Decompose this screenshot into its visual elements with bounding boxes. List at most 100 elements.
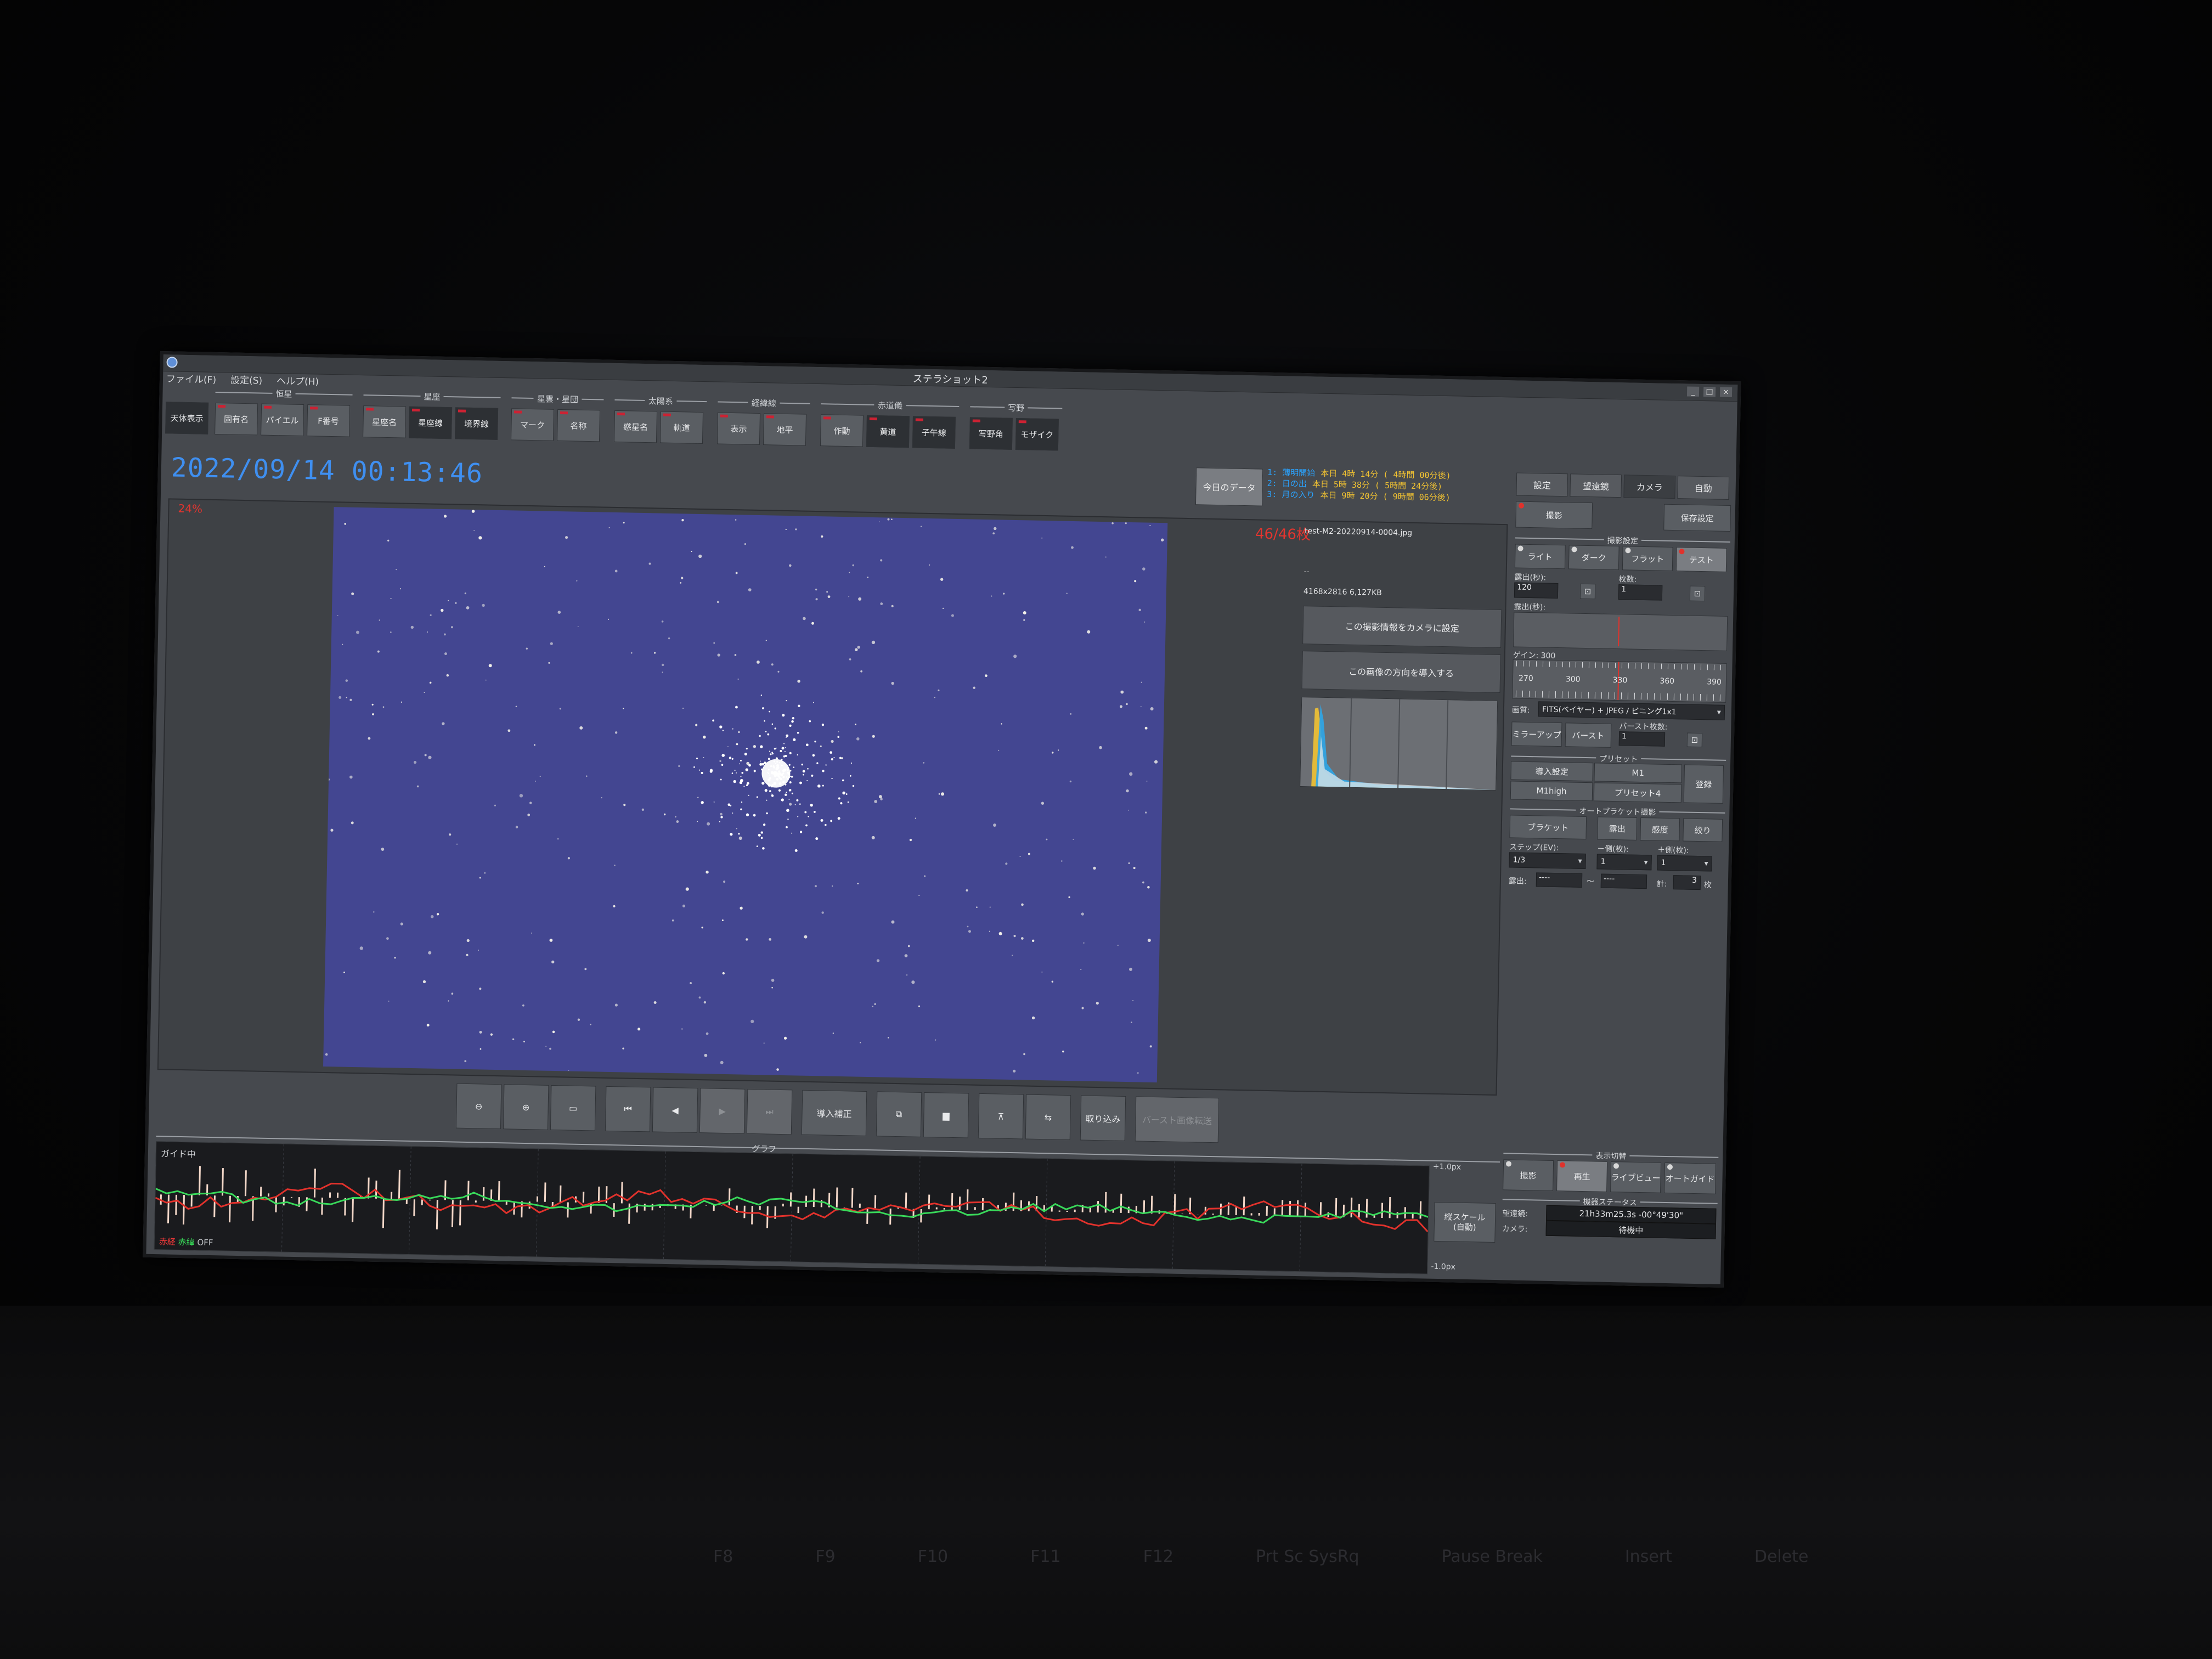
zoom-in-button[interactable]: ⊕ xyxy=(503,1084,549,1130)
toolbar-button-proper-name[interactable]: 固有名 xyxy=(215,402,258,436)
gain-slider[interactable]: 270 300 330 360 390 xyxy=(1512,659,1727,703)
stack-button[interactable]: ⧉ xyxy=(876,1091,922,1137)
toolbar-button-horizon[interactable]: 地平 xyxy=(763,413,807,446)
fit-to-window-button[interactable]: ▭ xyxy=(550,1085,596,1131)
star xyxy=(821,535,823,538)
toolbar-group-field: 写野 写野角 モザイク xyxy=(969,400,1063,453)
maximize-button[interactable]: □ xyxy=(1703,387,1716,397)
display-autoguide-button[interactable]: オートガイド xyxy=(1664,1162,1717,1194)
folder-button[interactable]: ▆ xyxy=(923,1092,969,1138)
play-button[interactable]: ▶ xyxy=(699,1088,746,1134)
zoom-out-icon: ⊖ xyxy=(475,1101,483,1112)
exposure-input[interactable]: 120 xyxy=(1514,582,1559,599)
telescope-button[interactable]: ⊼ xyxy=(978,1093,1024,1139)
toolbar-button-label: 作動 xyxy=(833,426,850,436)
toolbar-button-meridian[interactable]: 子午線 xyxy=(912,416,956,449)
display-shoot-button[interactable]: 撮影 xyxy=(1503,1159,1554,1192)
step-select[interactable]: 1/3 xyxy=(1509,852,1586,870)
toolbar-button-name[interactable]: 名称 xyxy=(556,409,601,442)
star xyxy=(832,885,833,887)
exposure-preset-button[interactable]: ⊡ xyxy=(1579,583,1596,600)
toolbar-button-mosaic[interactable]: モザイク xyxy=(1015,417,1059,451)
bracket-button[interactable]: ブラケット xyxy=(1509,815,1587,840)
register-preset-button[interactable]: 登録 xyxy=(1683,764,1724,804)
previous-frame-button[interactable]: ◀ xyxy=(652,1087,698,1133)
toolbar-button-mark[interactable]: マーク xyxy=(511,408,555,441)
plus-select[interactable]: 1 xyxy=(1657,855,1712,872)
toolbar-button-grid-display[interactable]: 表示 xyxy=(716,412,761,445)
toolbar-button-orbit[interactable]: 軌道 xyxy=(659,411,704,444)
tab-telescope[interactable]: 望遠鏡 xyxy=(1570,473,1622,498)
toolbar-button-bayer[interactable]: バイエル xyxy=(261,403,304,437)
burst-button[interactable]: バースト xyxy=(1565,723,1612,748)
burst-count-button[interactable]: ⊡ xyxy=(1686,732,1703,748)
star xyxy=(488,664,492,668)
bracket-exposure-button[interactable]: 露出 xyxy=(1597,816,1638,840)
exposure-gauge[interactable] xyxy=(1513,612,1728,651)
toolbar-button-field-angle[interactable]: 写野角 xyxy=(969,417,1013,450)
burst-count-input[interactable]: 1 xyxy=(1618,731,1666,747)
frame-flat-button[interactable]: フラット xyxy=(1622,546,1673,571)
button-label: ライト xyxy=(1527,551,1553,562)
button-label: 感度 xyxy=(1651,824,1668,835)
menu-file[interactable]: ファイル(F) xyxy=(166,371,217,386)
toolbar-button-f-number[interactable]: F番号 xyxy=(307,404,351,437)
count-input[interactable]: 1 xyxy=(1618,584,1663,601)
menu-help[interactable]: ヘルプ(H) xyxy=(276,373,319,388)
today-data-button[interactable]: 今日のデータ xyxy=(1195,467,1263,506)
correction-pulse xyxy=(321,1197,323,1215)
goto-image-direction-button[interactable]: この画像の方向を導入する xyxy=(1301,651,1501,693)
toolbar-button-planet-name[interactable]: 惑星名 xyxy=(613,410,658,443)
cluster-star xyxy=(759,735,761,737)
button-label: 撮影 xyxy=(1520,1170,1537,1181)
last-frame-button[interactable]: ⏭ xyxy=(746,1088,793,1135)
star xyxy=(1127,809,1129,811)
preset-button[interactable]: 導入設定 xyxy=(1510,761,1594,782)
first-frame-button[interactable]: ⏮ xyxy=(605,1086,651,1132)
star-field-image[interactable] xyxy=(323,507,1168,1083)
goto-correction-button[interactable]: 導入補正 xyxy=(801,1090,867,1136)
tab-settings[interactable]: 設定 xyxy=(1516,472,1568,497)
mirror-up-button[interactable]: ミラーアップ xyxy=(1511,721,1562,747)
legend-ra[interactable]: 赤経 xyxy=(159,1237,176,1247)
bracket-aperture-button[interactable]: 絞り xyxy=(1683,818,1723,842)
preset-button[interactable]: M1high xyxy=(1510,781,1593,802)
minus-select[interactable]: 1 xyxy=(1596,854,1652,871)
preset-button[interactable]: M1 xyxy=(1594,763,1683,783)
image-quality-select[interactable]: FITS(ベイヤー) + JPEG / ビニング1x1 xyxy=(1538,701,1725,720)
minimize-button[interactable]: _ xyxy=(1686,386,1700,397)
shoot-button[interactable]: 撮影 xyxy=(1515,501,1593,529)
frame-light-button[interactable]: ライト xyxy=(1514,544,1566,569)
frame-test-button[interactable]: テスト xyxy=(1675,547,1727,572)
toolbar-button-boundaries[interactable]: 境界線 xyxy=(455,407,499,440)
correction-pulse xyxy=(1104,1192,1107,1213)
set-shot-info-to-camera-button[interactable]: この撮影情報をカメラに設定 xyxy=(1302,606,1502,648)
toolbar-button-equatorial-display[interactable]: 作動 xyxy=(820,414,864,447)
legend-dec[interactable]: 赤緯 xyxy=(178,1237,194,1248)
tab-camera[interactable]: カメラ xyxy=(1623,475,1676,499)
count-preset-button[interactable]: ⊡ xyxy=(1689,585,1706,602)
toolbar-button-constellation-name[interactable]: 星座名 xyxy=(363,405,407,438)
display-playback-button[interactable]: 再生 xyxy=(1556,1160,1608,1192)
import-button[interactable]: 取り込み xyxy=(1080,1095,1126,1142)
star xyxy=(826,591,828,593)
legend-off[interactable]: OFF xyxy=(197,1238,213,1248)
burst-transfer-button[interactable]: バースト画像転送 xyxy=(1135,1096,1220,1143)
toolbar-object-display-button[interactable]: 天体表示 xyxy=(165,402,209,435)
toolbar-button-ecliptic[interactable]: 黄道 xyxy=(866,415,910,448)
save-settings-button[interactable]: 保存設定 xyxy=(1663,504,1731,532)
bracket-iso-button[interactable]: 感度 xyxy=(1640,817,1680,842)
close-button[interactable]: × xyxy=(1719,387,1733,398)
frame-dark-button[interactable]: ダーク xyxy=(1568,545,1620,571)
preset-button[interactable]: プリセット4 xyxy=(1593,782,1682,803)
group-label: 赤道儀 xyxy=(874,400,906,411)
sync-button[interactable]: ⇆ xyxy=(1025,1094,1071,1141)
cluster-star xyxy=(735,706,738,709)
display-liveview-button[interactable]: ライブビュー xyxy=(1610,1161,1662,1193)
zoom-out-button[interactable]: ⊖ xyxy=(455,1083,502,1130)
star xyxy=(872,735,875,738)
toolbar-button-constellation-lines[interactable]: 星座線 xyxy=(409,406,453,439)
vertical-scale-button[interactable]: 縦スケール (自動) xyxy=(1434,1201,1496,1243)
tab-auto[interactable]: 自動 xyxy=(1677,476,1730,500)
menu-settings[interactable]: 設定(S) xyxy=(230,372,263,387)
